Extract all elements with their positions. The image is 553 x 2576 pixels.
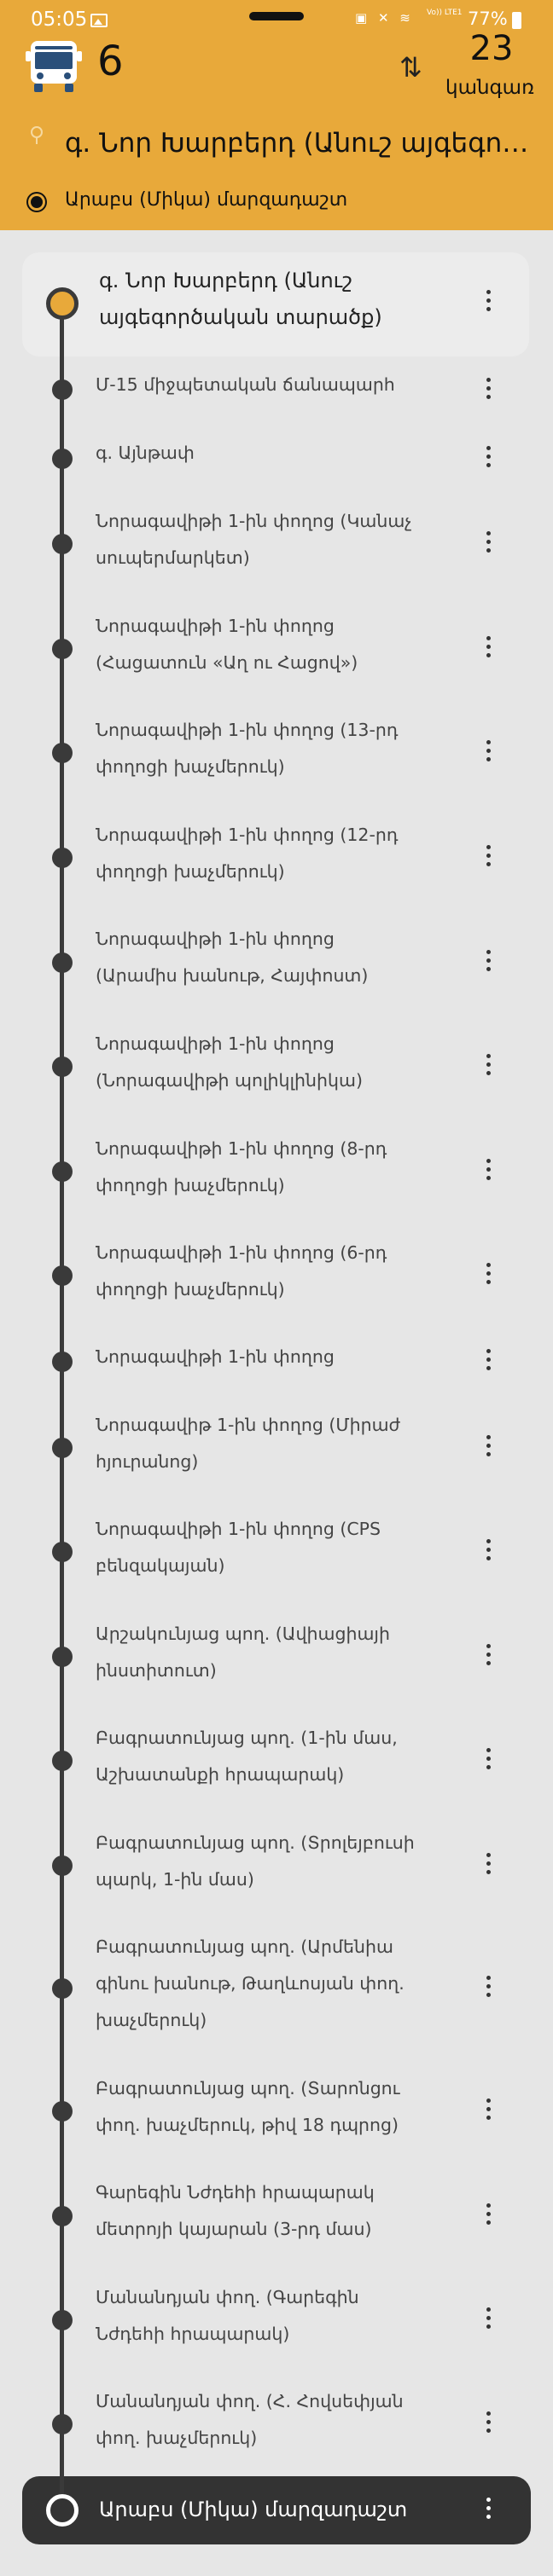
stop-marker <box>52 1161 73 1182</box>
stop-name: Նորագավիթի 1-ին փողոց (Արամիս խանութ, Հա… <box>96 929 369 986</box>
stop-name: Նորագավիթի 1-ին փողոց (CPS բենզակայան) <box>96 1519 381 1576</box>
stop-marker <box>52 2414 73 2434</box>
status-time: 05:05 <box>31 9 88 31</box>
stop-marker <box>52 534 73 554</box>
more-options-icon[interactable] <box>480 1976 497 2001</box>
more-options-icon[interactable] <box>480 1644 497 1670</box>
stop-name: Նորագավիթի 1-ին փողոց (Կանաչ սուպերմարկե… <box>96 511 412 568</box>
stop-name: Նորագավիթի 1-ին փողոց (Հացատուն «Աղ ու Հ… <box>96 616 358 673</box>
bus-icon <box>26 41 82 92</box>
stop-name: Արաբս (Միկա) մարզադաշտ <box>99 2498 408 2521</box>
more-options-icon[interactable] <box>480 2098 497 2124</box>
current-stop-marker <box>46 287 79 320</box>
route-timeline-line <box>60 300 64 2509</box>
route-number: 6 <box>97 38 124 85</box>
stop-marker <box>52 1647 73 1667</box>
camera-notch <box>249 12 304 20</box>
status-icons: ▣ ✕ ≋ <box>355 10 414 26</box>
more-options-icon[interactable] <box>480 636 497 662</box>
swap-direction-icon[interactable]: ⇅ <box>399 51 422 84</box>
more-options-icon[interactable] <box>480 950 497 975</box>
stop-marker <box>52 2101 73 2122</box>
more-options-icon[interactable] <box>480 290 497 315</box>
more-options-icon[interactable] <box>480 2498 497 2523</box>
route-header: 05:05 ▣ ✕ ≋ Vo)) LTE1 77% 6 ⇅ 23 կանգառ … <box>0 0 553 230</box>
stop-name: Նորագավիթի 1-ին փողոց (12-րդ փողոցի խաչմ… <box>96 825 399 882</box>
more-options-icon[interactable] <box>480 446 497 472</box>
more-options-icon[interactable] <box>480 1054 497 1080</box>
stop-marker <box>52 2310 73 2330</box>
stop-marker <box>52 743 73 763</box>
stop-name: գ. Այնթափ <box>96 443 195 463</box>
more-options-icon[interactable] <box>480 1349 497 1375</box>
more-options-icon[interactable] <box>480 1853 497 1878</box>
more-options-icon[interactable] <box>480 2307 497 2333</box>
stop-name: Գարեգին Նժդեհի հրապարակ մետրոյի կայարան … <box>96 2182 375 2239</box>
stop-marker <box>52 848 73 868</box>
stop-marker <box>52 1751 73 1771</box>
destination-icon <box>31 196 43 208</box>
signal-text: Vo)) LTE1 <box>427 9 463 17</box>
more-options-icon[interactable] <box>480 1748 497 1774</box>
more-options-icon[interactable] <box>480 1159 497 1184</box>
more-options-icon[interactable] <box>480 1539 497 1565</box>
stop-name: Նորագավիթի 1-ին փողոց (8-րդ փողոցի խաչմե… <box>96 1138 387 1195</box>
stop-name: Մ-15 միջպետական ճանապարհ <box>96 374 395 395</box>
stop-count-label: կանգառ <box>445 77 535 99</box>
stop-name: Բագրատունյաց պող. (Տրոլեյբուսի պարկ, 1-ի… <box>96 1832 415 1890</box>
final-stop-marker <box>46 2494 79 2527</box>
more-options-icon[interactable] <box>480 2411 497 2437</box>
stop-marker <box>52 1542 73 1562</box>
stop-name: գ. Նոր Խարբերդ (Անուշ այգեգործական տարած… <box>99 269 382 329</box>
stop-marker <box>52 1056 73 1077</box>
more-options-icon[interactable] <box>480 531 497 557</box>
gallery-notification-icon <box>90 14 108 27</box>
battery-level: 77% <box>468 9 508 29</box>
more-options-icon[interactable] <box>480 378 497 403</box>
stop-name: Բագրատունյաց պող. (Արմենիա գինու խանութ,… <box>96 1936 405 2030</box>
more-options-icon[interactable] <box>480 740 497 766</box>
stop-marker <box>52 379 73 400</box>
stop-marker <box>52 2206 73 2226</box>
route-origin-title: գ. Նոր Խարբերդ (Անուշ այգեգործական տարած… <box>65 128 543 159</box>
stop-name: Նորագավիթի 1-ին փողոց <box>96 1346 335 1367</box>
stop-name: Նորագավիթի 1-ին փողոց (Նորագավիթի պոլիկլ… <box>96 1033 363 1091</box>
stop-marker <box>52 1855 73 1876</box>
pin-icon <box>31 126 43 144</box>
stop-marker <box>52 1352 73 1372</box>
stop-name: Բագրատունյաց պող. (Տարոնցու փող. խաչմերո… <box>96 2078 400 2135</box>
stop-name: Բագրատունյաց պող. (1-ին մաս, Աշխատանքի հ… <box>96 1728 398 1785</box>
more-options-icon[interactable] <box>480 1263 497 1288</box>
stop-marker <box>52 639 73 659</box>
stop-name: Մանանդյան փող. (Հ. Հովսեփյան փող. խաչմեր… <box>96 2391 404 2448</box>
stop-marker <box>52 449 73 469</box>
stop-name: Նորագավիթի 1-ին փողոց (6-րդ փողոցի խաչմե… <box>96 1242 387 1300</box>
stop-marker <box>52 1978 73 1999</box>
stop-name: Նորագավիթ 1-ին փողոց (Միրաժ հյուրանոց) <box>96 1415 401 1472</box>
more-options-icon[interactable] <box>480 1435 497 1461</box>
more-options-icon[interactable] <box>480 845 497 871</box>
stop-name: Արշակունյաց պող. (Ավիացիայի ինստիտուտ) <box>96 1624 390 1681</box>
more-options-icon[interactable] <box>480 2203 497 2229</box>
battery-icon <box>512 12 521 29</box>
route-destination: Արաբս (Միկա) մարզադաշտ <box>65 189 348 211</box>
stop-marker <box>52 1438 73 1458</box>
stop-count: 23 <box>469 29 514 68</box>
stop-marker <box>52 952 73 973</box>
stop-marker <box>52 1265 73 1286</box>
stop-name: Նորագավիթի 1-ին փողոց (13-րդ փողոցի խաչմ… <box>96 720 399 777</box>
stop-name: Մանանդյան փող. (Գարեգին Նժդեհի հրապարակ) <box>96 2287 359 2344</box>
